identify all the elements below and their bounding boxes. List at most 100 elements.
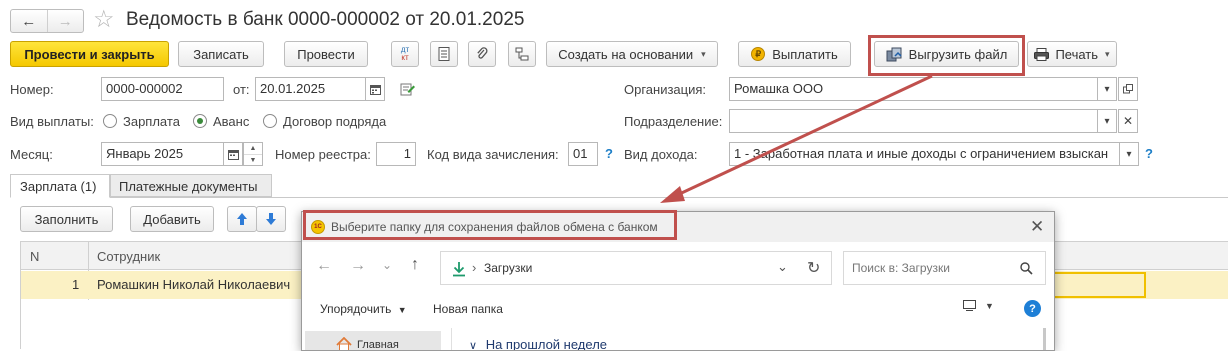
month-label: Месяц: xyxy=(10,147,53,162)
organization-open-icon[interactable] xyxy=(1118,77,1138,101)
accrual-code-label: Код вида зачисления: xyxy=(427,147,559,162)
breadcrumb-separator-icon: › xyxy=(472,260,477,275)
division-label: Подразделение: xyxy=(624,114,723,129)
dropdown-caret-icon: ▼ xyxy=(397,305,407,315)
upload-file-highlight xyxy=(868,35,1025,76)
create-based-on-button[interactable]: Создать на основании ▾ xyxy=(546,41,718,67)
payout-option-contract: Договор подряда xyxy=(283,114,387,129)
scrollbar[interactable] xyxy=(1043,328,1046,350)
division-dropdown-icon[interactable]: ▾ xyxy=(1097,109,1117,133)
registry-number-field[interactable]: 1 xyxy=(376,142,416,166)
organization-dropdown-icon[interactable]: ▾ xyxy=(1097,77,1117,101)
month-calendar-icon[interactable] xyxy=(223,142,243,166)
arrow-head-icon xyxy=(660,186,685,203)
coin-icon: ₽ xyxy=(751,47,766,61)
up-icon[interactable]: ↑ xyxy=(411,256,419,274)
hierarchy-icon xyxy=(515,47,529,61)
number-label: Номер: xyxy=(10,82,54,97)
income-type-dropdown-icon[interactable]: ▾ xyxy=(1119,142,1139,166)
print-button[interactable]: Печать ▾ xyxy=(1027,41,1117,67)
column-header-n[interactable]: N xyxy=(30,249,39,264)
spin-up-icon[interactable]: ▲ xyxy=(244,143,262,155)
payout-type-label: Вид выплаты: xyxy=(10,114,94,129)
structure-button[interactable] xyxy=(508,41,536,67)
payout-option-salary: Зарплата xyxy=(123,114,180,129)
column-header-employee[interactable]: Сотрудник xyxy=(97,249,160,264)
dialog-title-highlight xyxy=(303,210,677,240)
recent-chevron-icon[interactable]: ⌄ xyxy=(382,258,392,272)
view-icon xyxy=(963,300,976,311)
refresh-icon[interactable]: ↻ xyxy=(807,258,820,278)
dialog-close-icon[interactable]: ✕ xyxy=(1030,217,1044,237)
payout-radio-advance[interactable] xyxy=(193,114,207,128)
active-cell xyxy=(1050,272,1146,298)
favorite-star-icon[interactable]: ☆ xyxy=(93,5,115,34)
arrow-up-icon xyxy=(237,213,247,225)
chevron-down-icon: ∨ xyxy=(469,340,478,351)
report-button[interactable] xyxy=(430,41,458,67)
organization-field[interactable]: Ромашка ООО xyxy=(729,77,1099,101)
date-label: от: xyxy=(233,82,250,97)
organize-menu[interactable]: Упорядочить ▼ xyxy=(320,302,407,316)
printer-icon xyxy=(1034,47,1050,61)
back-button[interactable]: ← xyxy=(11,10,48,32)
address-bar[interactable]: › Загрузки ⌄ ↻ xyxy=(440,251,832,285)
division-clear-icon[interactable]: ✕ xyxy=(1118,109,1138,133)
post-button[interactable]: Провести xyxy=(284,41,368,67)
help-icon[interactable]: ? xyxy=(1024,300,1041,317)
fill-button[interactable]: Заполнить xyxy=(20,206,113,232)
dropdown-caret-icon: ▾ xyxy=(1105,48,1110,59)
tabs-baseline xyxy=(10,197,1228,198)
search-input[interactable]: Поиск в: Загрузки xyxy=(843,251,1046,285)
move-down-button[interactable] xyxy=(256,206,286,232)
spin-down-icon[interactable]: ▼ xyxy=(244,155,262,166)
search-placeholder: Поиск в: Загрузки xyxy=(852,261,950,275)
payout-radio-contract[interactable] xyxy=(263,114,277,128)
number-field[interactable]: 0000-000002 xyxy=(101,77,224,101)
address-dropdown-icon[interactable]: ⌄ xyxy=(777,259,788,275)
dropdown-caret-icon: ▼ xyxy=(985,300,994,311)
nav-home-label: Главная xyxy=(357,339,399,351)
row-employee: Ромашкин Николай Николаевич xyxy=(97,277,291,292)
payout-option-advance: Аванс xyxy=(213,114,250,129)
month-spinner[interactable]: ▲ ▼ xyxy=(243,142,263,166)
back-icon[interactable]: ← xyxy=(316,257,332,275)
income-type-help-icon[interactable]: ? xyxy=(1145,146,1153,161)
address-path: Загрузки xyxy=(484,261,533,275)
forward-button[interactable]: → xyxy=(48,10,84,32)
payout-radio-salary[interactable] xyxy=(103,114,117,128)
nav-item-home[interactable]: Главная xyxy=(305,331,441,351)
dropdown-caret-icon: ▾ xyxy=(701,48,706,59)
dt-kt-button[interactable]: дт кт xyxy=(391,41,419,67)
save-button[interactable]: Записать xyxy=(178,41,264,67)
calendar-icon[interactable] xyxy=(365,77,385,101)
row-number: 1 xyxy=(72,277,80,292)
income-type-field[interactable]: 1 - Заработная плата и иные доходы с огр… xyxy=(729,142,1120,166)
income-type-label: Вид дохода: xyxy=(624,147,698,162)
attach-button[interactable] xyxy=(468,41,496,67)
view-options-button[interactable]: ▼ xyxy=(963,300,994,311)
forward-icon[interactable]: → xyxy=(350,257,366,275)
downloads-icon xyxy=(453,262,465,277)
paperclip-icon xyxy=(477,47,488,59)
organization-label: Организация: xyxy=(624,82,707,97)
tab-salary[interactable]: Зарплата (1) xyxy=(10,174,110,198)
move-up-button[interactable] xyxy=(227,206,257,232)
nav-buttons: ← → xyxy=(10,9,84,33)
accrual-code-field[interactable]: 01 xyxy=(568,142,598,166)
accrual-code-help-icon[interactable]: ? xyxy=(605,146,613,161)
arrow-down-icon xyxy=(266,213,276,225)
date-field[interactable]: 20.01.2025 xyxy=(255,77,366,101)
dt-kt-icon: дт кт xyxy=(400,45,410,62)
registry-number-label: Номер реестра: xyxy=(275,147,371,162)
edit-number-icon[interactable] xyxy=(400,81,416,100)
new-folder-button[interactable]: Новая папка xyxy=(433,302,503,316)
month-field[interactable]: Январь 2025 xyxy=(101,142,224,166)
add-button[interactable]: Добавить xyxy=(130,206,214,232)
division-field[interactable] xyxy=(729,109,1099,133)
post-and-close-button[interactable]: Провести и закрыть xyxy=(10,41,169,67)
tab-payment-documents[interactable]: Платежные документы xyxy=(110,174,272,197)
search-icon xyxy=(1020,262,1033,275)
pay-button[interactable]: ₽ Выплатить xyxy=(738,41,851,67)
page-title: Ведомость в банк 0000-000002 от 20.01.20… xyxy=(126,9,525,30)
